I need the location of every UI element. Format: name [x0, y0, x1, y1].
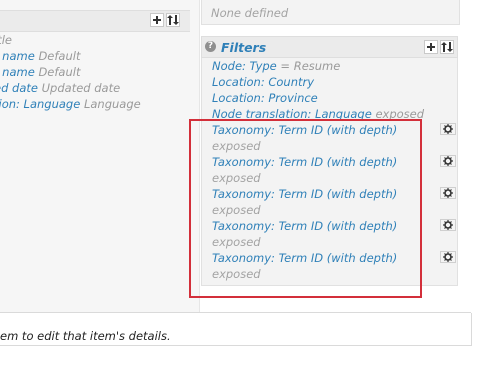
- field-label[interactable]: tion: Language: [0, 97, 80, 111]
- highlight-annotation: [189, 119, 422, 298]
- filter-label[interactable]: Location: Province: [212, 91, 318, 105]
- gear-icon[interactable]: [440, 123, 456, 135]
- field-value: Language: [83, 97, 141, 111]
- field-label: itle: [0, 33, 12, 47]
- fields-panel-header: [0, 10, 190, 32]
- filter-label[interactable]: Location: Country: [212, 75, 314, 89]
- gear-icon[interactable]: [440, 155, 456, 167]
- rearrange-icon[interactable]: [166, 13, 180, 27]
- field-label[interactable]: ed date: [0, 81, 38, 95]
- filter-item[interactable]: Location: Country: [212, 75, 314, 89]
- gear-icon[interactable]: [440, 187, 456, 199]
- field-value: Default: [38, 49, 81, 63]
- field-row[interactable]: t name Default: [0, 49, 80, 63]
- field-label[interactable]: t name: [0, 49, 35, 63]
- gear-icon[interactable]: [440, 219, 456, 231]
- status-text: em to edit that item's details.: [0, 329, 171, 343]
- field-row[interactable]: t name Default: [0, 65, 80, 79]
- filter-item[interactable]: Node: Type = Resume: [212, 59, 340, 73]
- gear-icon[interactable]: [440, 251, 456, 263]
- field-value: Updated date: [41, 81, 121, 95]
- filter-label[interactable]: Node: Type: [212, 59, 277, 73]
- filter-item[interactable]: Location: Province: [212, 91, 318, 105]
- filter-value: = Resume: [280, 59, 341, 73]
- rearrange-icon[interactable]: [440, 40, 454, 54]
- field-value: Default: [38, 65, 81, 79]
- filters-title[interactable]: Filters: [221, 40, 266, 55]
- field-row[interactable]: tion: Language Language: [0, 97, 141, 111]
- add-icon[interactable]: [424, 40, 438, 54]
- field-row[interactable]: itle: [0, 33, 12, 47]
- empty-text: None defined: [211, 6, 289, 20]
- field-label[interactable]: t name: [0, 65, 35, 79]
- add-icon[interactable]: [150, 13, 164, 27]
- help-icon[interactable]: ?: [205, 41, 216, 52]
- fields-panel: [0, 0, 200, 312]
- field-row[interactable]: ed date Updated date: [0, 81, 120, 95]
